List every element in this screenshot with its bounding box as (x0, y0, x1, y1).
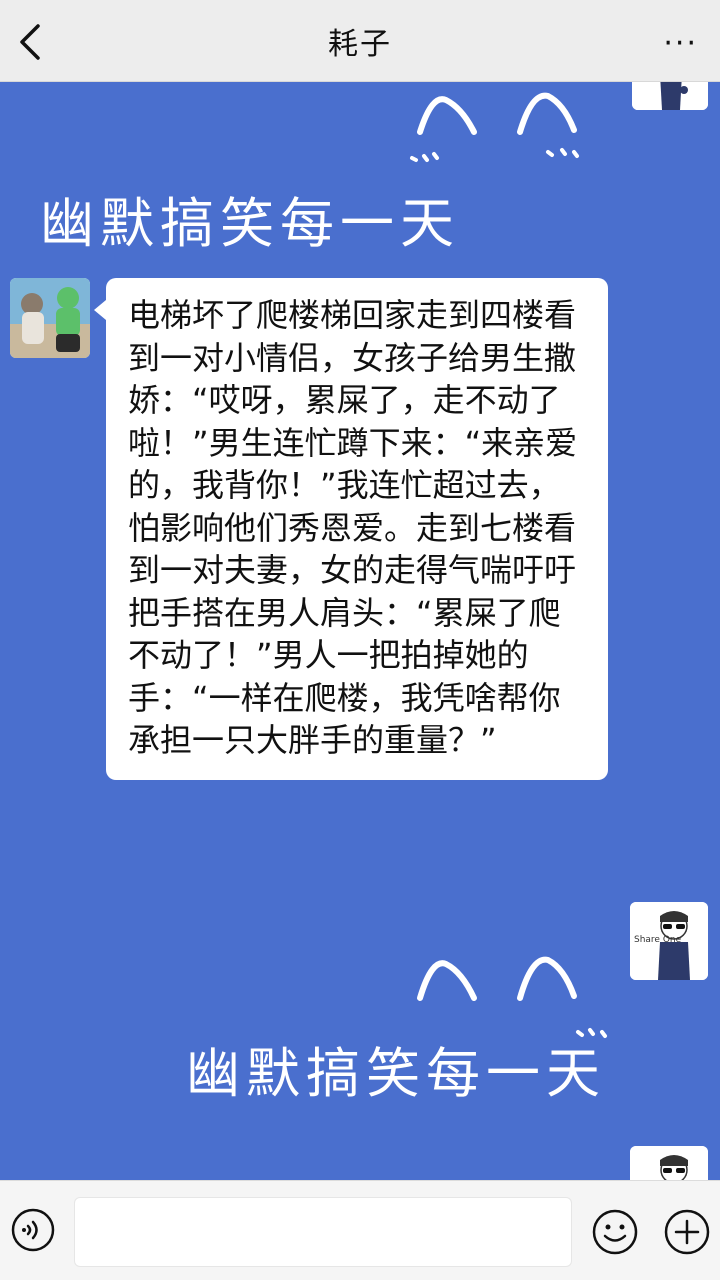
sticker-fun-every-day: 幽默搞笑每一天 (40, 92, 579, 255)
input-bar (0, 1180, 720, 1280)
chat-title: 耗子 (328, 26, 392, 62)
message-bubble[interactable]: 电梯坏了爬楼梯回家走到四楼看到一对小情侣，女孩子给男生撒娇：“哎呀，累屎了，走不… (94, 278, 608, 780)
avatar-image (630, 1146, 708, 1180)
voice-icon[interactable] (10, 1207, 56, 1253)
plus-icon[interactable] (662, 1207, 712, 1257)
avatar-image (10, 278, 90, 358)
sticker-text: 幽默搞笑每一天 (186, 1042, 606, 1102)
chat-header: 耗子 ··· (0, 0, 720, 82)
sticker-fun-every-day: 幽默搞笑每一天 (186, 956, 607, 1102)
chat-area[interactable]: 幽默搞笑每一天 电梯坏了爬楼梯回家走到四楼看到一对小情侣，女孩子给男生撒娇：“哎… (0, 82, 720, 1180)
self-avatar[interactable] (630, 1146, 708, 1180)
emoji-icon[interactable] (590, 1207, 640, 1257)
message-input[interactable] (74, 1197, 572, 1267)
back-icon[interactable] (14, 22, 50, 62)
sticker-text: 幽默搞笑每一天 (40, 192, 460, 255)
more-icon[interactable]: ··· (663, 26, 698, 61)
friend-avatar[interactable] (10, 278, 90, 358)
